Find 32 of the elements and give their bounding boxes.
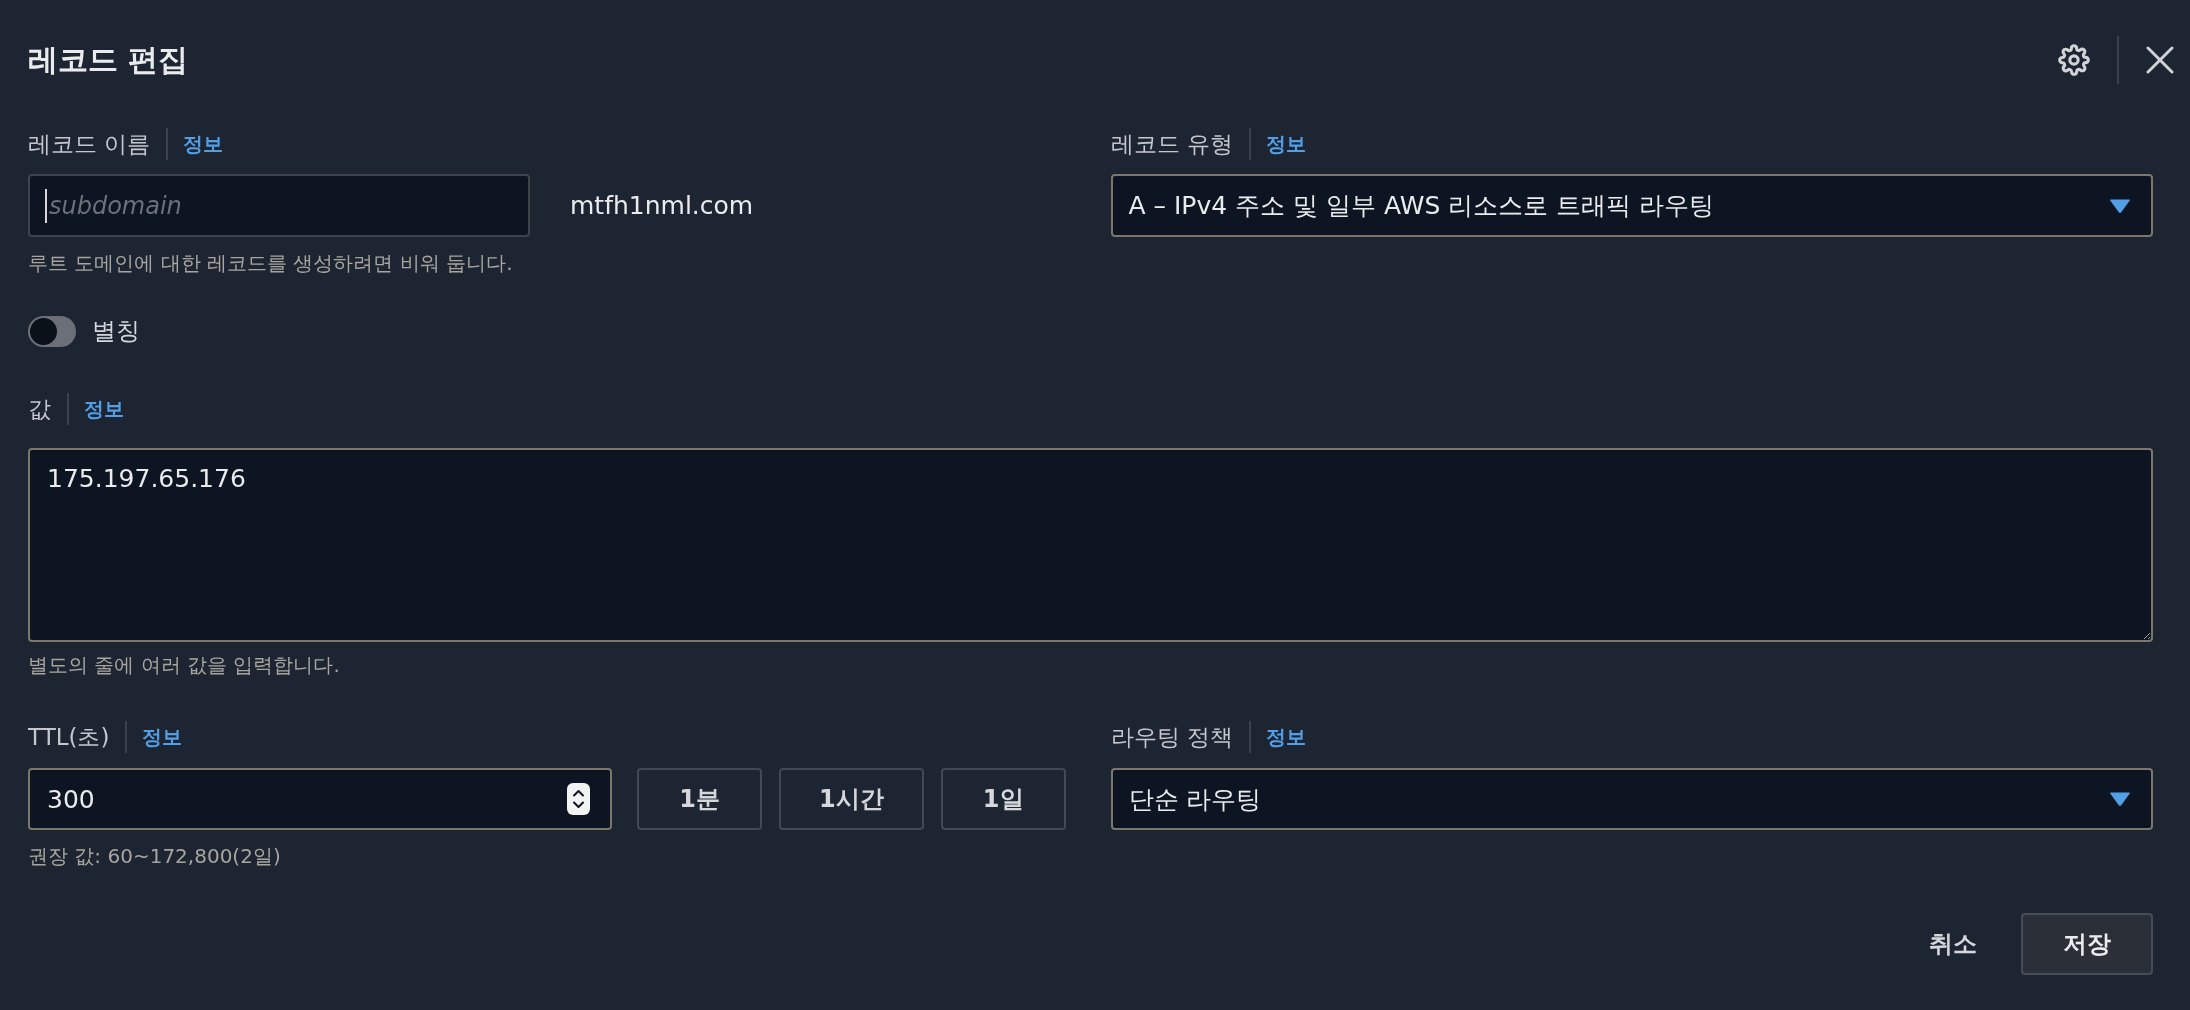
save-button[interactable]: 저장 xyxy=(2021,913,2153,975)
domain-name: mtfh1nml.com xyxy=(570,191,754,220)
info-link[interactable]: 정보 xyxy=(183,128,224,160)
info-link[interactable]: 정보 xyxy=(142,721,183,753)
alias-toggle[interactable] xyxy=(28,316,76,347)
hint-text: 별도의 줄에 여러 값을 입력합니다. xyxy=(28,652,340,679)
field-label: 값 xyxy=(28,395,51,424)
cancel-button[interactable]: 취소 xyxy=(1909,913,1997,975)
info-link[interactable]: 정보 xyxy=(84,393,124,425)
value-field[interactable]: 175.197.65.176 xyxy=(28,448,2153,642)
dropdown-caret-icon xyxy=(2109,197,2131,214)
routing-policy-select[interactable]: 단순 라우팅 xyxy=(1110,768,2153,830)
field-label: 라우팅 정책 xyxy=(1110,723,1233,752)
field-label: 레코드 유형 xyxy=(1110,130,1233,159)
record-type-select[interactable]: A – IPv4 주소 및 일부 AWS 리소스로 트래픽 라우팅 xyxy=(1110,174,2153,237)
settings-icon[interactable] xyxy=(2058,44,2090,76)
close-icon[interactable] xyxy=(2146,46,2174,74)
ttl-field[interactable]: 300 xyxy=(28,768,612,830)
hint-text: 루트 도메인에 대한 레코드를 생성하려면 비워 둡니다. xyxy=(28,250,513,277)
field-label: TTL(초) xyxy=(28,723,110,752)
preset-button[interactable]: 1일 xyxy=(940,768,1066,830)
dialog-title: 레코드 편집 xyxy=(28,41,189,79)
toggle-label: 별칭 xyxy=(92,316,140,347)
field-label: 레코드 이름 xyxy=(28,130,151,159)
info-link[interactable]: 정보 xyxy=(1265,721,1306,753)
preset-button[interactable]: 1시간 xyxy=(779,768,924,830)
hint-text: 권장 값: 60~172,800(2일) xyxy=(28,843,281,870)
preset-button[interactable]: 1분 xyxy=(637,768,762,830)
info-link[interactable]: 정보 xyxy=(1265,128,1306,160)
spinner-icon[interactable] xyxy=(567,783,590,815)
subdomain-field[interactable]: subdomain xyxy=(28,174,530,237)
dropdown-caret-icon xyxy=(2109,791,2131,807)
